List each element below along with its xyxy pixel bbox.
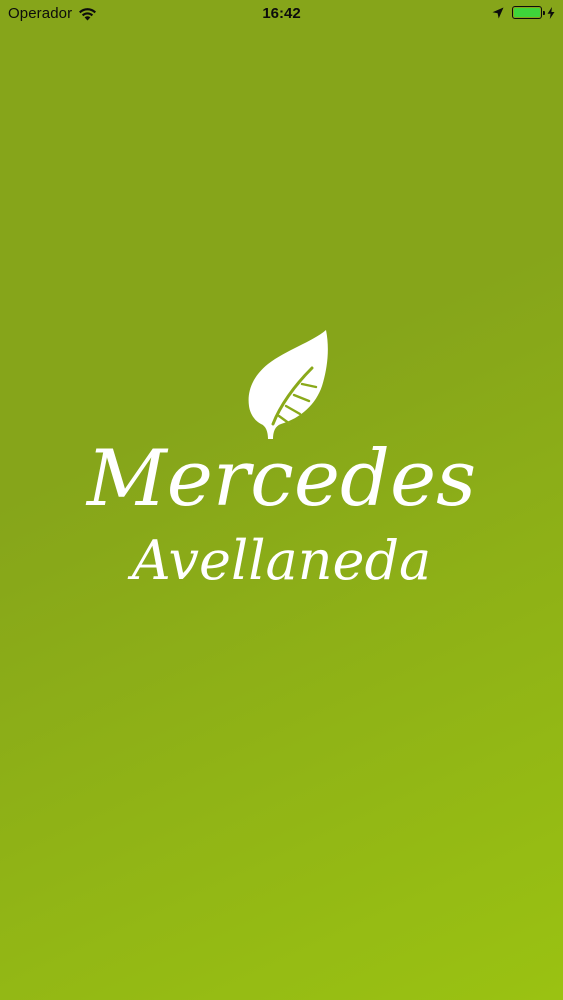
splash-screen: Operador 16:42 Mercedes Avellaneda bbox=[0, 0, 563, 1000]
status-right bbox=[492, 6, 555, 19]
location-arrow-icon bbox=[492, 7, 504, 18]
brand-logo: Mercedes Avellaneda bbox=[0, 326, 563, 591]
charging-bolt-icon bbox=[547, 6, 555, 19]
status-bar: Operador 16:42 bbox=[0, 0, 563, 28]
leaf-icon bbox=[248, 330, 328, 439]
brand-name-line1: Mercedes bbox=[86, 434, 477, 524]
battery-level-fill bbox=[514, 8, 540, 17]
brand-name-line2: Avellaneda bbox=[131, 529, 432, 592]
battery-icon bbox=[512, 6, 545, 19]
status-time: 16:42 bbox=[262, 5, 301, 22]
battery-nub bbox=[542, 10, 545, 15]
